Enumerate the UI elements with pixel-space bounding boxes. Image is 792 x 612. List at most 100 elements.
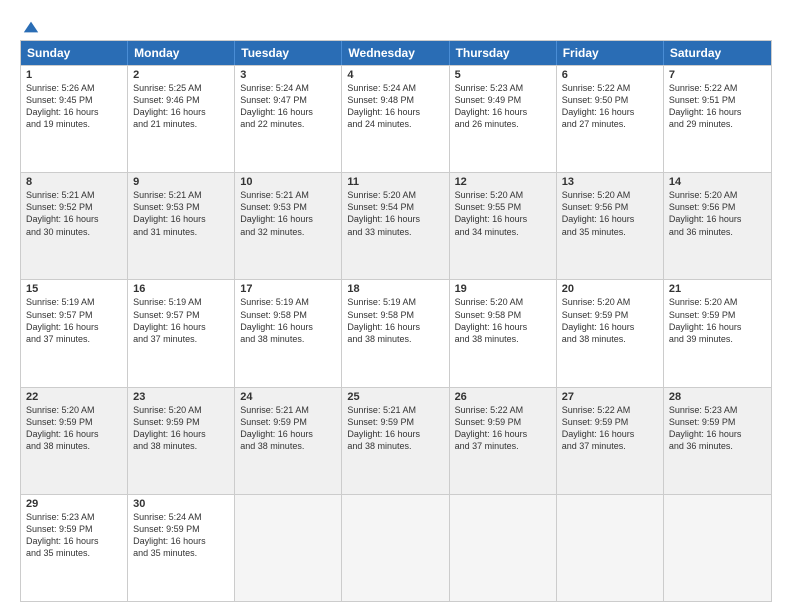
cal-cell-day-24: 24Sunrise: 5:21 AMSunset: 9:59 PMDayligh…	[235, 388, 342, 494]
day-number: 6	[562, 69, 658, 81]
page: SundayMondayTuesdayWednesdayThursdayFrid…	[0, 0, 792, 612]
day-text: Sunrise: 5:21 AMSunset: 9:59 PMDaylight:…	[347, 404, 443, 453]
day-number: 24	[240, 391, 336, 403]
day-number: 3	[240, 69, 336, 81]
day-number: 25	[347, 391, 443, 403]
day-text: Sunrise: 5:26 AMSunset: 9:45 PMDaylight:…	[26, 82, 122, 131]
cal-cell-day-20: 20Sunrise: 5:20 AMSunset: 9:59 PMDayligh…	[557, 280, 664, 386]
calendar-body: 1Sunrise: 5:26 AMSunset: 9:45 PMDaylight…	[21, 65, 771, 601]
logo-text	[20, 18, 40, 36]
day-text: Sunrise: 5:21 AMSunset: 9:53 PMDaylight:…	[240, 189, 336, 238]
calendar: SundayMondayTuesdayWednesdayThursdayFrid…	[20, 40, 772, 602]
day-number: 10	[240, 176, 336, 188]
cal-cell-day-30: 30Sunrise: 5:24 AMSunset: 9:59 PMDayligh…	[128, 495, 235, 601]
day-text: Sunrise: 5:19 AMSunset: 9:57 PMDaylight:…	[133, 296, 229, 345]
cal-cell-day-8: 8Sunrise: 5:21 AMSunset: 9:52 PMDaylight…	[21, 173, 128, 279]
cal-cell-day-19: 19Sunrise: 5:20 AMSunset: 9:58 PMDayligh…	[450, 280, 557, 386]
day-text: Sunrise: 5:22 AMSunset: 9:50 PMDaylight:…	[562, 82, 658, 131]
day-number: 19	[455, 283, 551, 295]
day-number: 13	[562, 176, 658, 188]
cal-row-4: 29Sunrise: 5:23 AMSunset: 9:59 PMDayligh…	[21, 494, 771, 601]
day-text: Sunrise: 5:22 AMSunset: 9:59 PMDaylight:…	[562, 404, 658, 453]
day-number: 16	[133, 283, 229, 295]
day-number: 1	[26, 69, 122, 81]
cal-cell-day-3: 3Sunrise: 5:24 AMSunset: 9:47 PMDaylight…	[235, 66, 342, 172]
day-text: Sunrise: 5:20 AMSunset: 9:58 PMDaylight:…	[455, 296, 551, 345]
day-text: Sunrise: 5:20 AMSunset: 9:59 PMDaylight:…	[669, 296, 766, 345]
day-text: Sunrise: 5:20 AMSunset: 9:55 PMDaylight:…	[455, 189, 551, 238]
day-text: Sunrise: 5:24 AMSunset: 9:59 PMDaylight:…	[133, 511, 229, 560]
day-text: Sunrise: 5:20 AMSunset: 9:59 PMDaylight:…	[562, 296, 658, 345]
day-number: 2	[133, 69, 229, 81]
cal-cell-day-15: 15Sunrise: 5:19 AMSunset: 9:57 PMDayligh…	[21, 280, 128, 386]
cal-cell-day-28: 28Sunrise: 5:23 AMSunset: 9:59 PMDayligh…	[664, 388, 771, 494]
cal-cell-day-18: 18Sunrise: 5:19 AMSunset: 9:58 PMDayligh…	[342, 280, 449, 386]
cal-cell-day-23: 23Sunrise: 5:20 AMSunset: 9:59 PMDayligh…	[128, 388, 235, 494]
day-number: 29	[26, 498, 122, 510]
day-number: 15	[26, 283, 122, 295]
cal-row-2: 15Sunrise: 5:19 AMSunset: 9:57 PMDayligh…	[21, 279, 771, 386]
day-text: Sunrise: 5:24 AMSunset: 9:48 PMDaylight:…	[347, 82, 443, 131]
cal-cell-day-13: 13Sunrise: 5:20 AMSunset: 9:56 PMDayligh…	[557, 173, 664, 279]
day-text: Sunrise: 5:20 AMSunset: 9:54 PMDaylight:…	[347, 189, 443, 238]
cal-header-cell-sunday: Sunday	[21, 41, 128, 65]
day-number: 17	[240, 283, 336, 295]
day-text: Sunrise: 5:19 AMSunset: 9:58 PMDaylight:…	[347, 296, 443, 345]
cal-cell-day-6: 6Sunrise: 5:22 AMSunset: 9:50 PMDaylight…	[557, 66, 664, 172]
cal-cell-day-1: 1Sunrise: 5:26 AMSunset: 9:45 PMDaylight…	[21, 66, 128, 172]
cal-cell-day-25: 25Sunrise: 5:21 AMSunset: 9:59 PMDayligh…	[342, 388, 449, 494]
cal-cell-day-21: 21Sunrise: 5:20 AMSunset: 9:59 PMDayligh…	[664, 280, 771, 386]
day-text: Sunrise: 5:25 AMSunset: 9:46 PMDaylight:…	[133, 82, 229, 131]
header	[20, 18, 772, 32]
cal-header-cell-thursday: Thursday	[450, 41, 557, 65]
cal-header-cell-monday: Monday	[128, 41, 235, 65]
day-number: 5	[455, 69, 551, 81]
cal-cell-day-10: 10Sunrise: 5:21 AMSunset: 9:53 PMDayligh…	[235, 173, 342, 279]
day-number: 22	[26, 391, 122, 403]
cal-cell-day-26: 26Sunrise: 5:22 AMSunset: 9:59 PMDayligh…	[450, 388, 557, 494]
day-text: Sunrise: 5:23 AMSunset: 9:59 PMDaylight:…	[669, 404, 766, 453]
cal-cell-day-2: 2Sunrise: 5:25 AMSunset: 9:46 PMDaylight…	[128, 66, 235, 172]
cal-header-cell-wednesday: Wednesday	[342, 41, 449, 65]
cal-cell-day-16: 16Sunrise: 5:19 AMSunset: 9:57 PMDayligh…	[128, 280, 235, 386]
cal-cell-empty	[664, 495, 771, 601]
cal-header-cell-tuesday: Tuesday	[235, 41, 342, 65]
day-text: Sunrise: 5:23 AMSunset: 9:59 PMDaylight:…	[26, 511, 122, 560]
cal-row-1: 8Sunrise: 5:21 AMSunset: 9:52 PMDaylight…	[21, 172, 771, 279]
day-number: 21	[669, 283, 766, 295]
day-number: 9	[133, 176, 229, 188]
day-number: 28	[669, 391, 766, 403]
cal-cell-empty	[557, 495, 664, 601]
cal-cell-day-12: 12Sunrise: 5:20 AMSunset: 9:55 PMDayligh…	[450, 173, 557, 279]
day-number: 7	[669, 69, 766, 81]
cal-cell-day-7: 7Sunrise: 5:22 AMSunset: 9:51 PMDaylight…	[664, 66, 771, 172]
cal-cell-day-4: 4Sunrise: 5:24 AMSunset: 9:48 PMDaylight…	[342, 66, 449, 172]
cal-cell-day-17: 17Sunrise: 5:19 AMSunset: 9:58 PMDayligh…	[235, 280, 342, 386]
day-number: 30	[133, 498, 229, 510]
cal-cell-empty	[342, 495, 449, 601]
cal-cell-day-27: 27Sunrise: 5:22 AMSunset: 9:59 PMDayligh…	[557, 388, 664, 494]
cal-cell-day-22: 22Sunrise: 5:20 AMSunset: 9:59 PMDayligh…	[21, 388, 128, 494]
day-text: Sunrise: 5:19 AMSunset: 9:58 PMDaylight:…	[240, 296, 336, 345]
day-number: 23	[133, 391, 229, 403]
cal-header-cell-saturday: Saturday	[664, 41, 771, 65]
day-text: Sunrise: 5:22 AMSunset: 9:51 PMDaylight:…	[669, 82, 766, 131]
day-number: 26	[455, 391, 551, 403]
calendar-header: SundayMondayTuesdayWednesdayThursdayFrid…	[21, 41, 771, 65]
cal-row-0: 1Sunrise: 5:26 AMSunset: 9:45 PMDaylight…	[21, 65, 771, 172]
logo-icon	[22, 18, 40, 36]
day-number: 8	[26, 176, 122, 188]
day-text: Sunrise: 5:21 AMSunset: 9:53 PMDaylight:…	[133, 189, 229, 238]
day-text: Sunrise: 5:19 AMSunset: 9:57 PMDaylight:…	[26, 296, 122, 345]
cal-cell-day-11: 11Sunrise: 5:20 AMSunset: 9:54 PMDayligh…	[342, 173, 449, 279]
day-number: 14	[669, 176, 766, 188]
day-text: Sunrise: 5:22 AMSunset: 9:59 PMDaylight:…	[455, 404, 551, 453]
day-text: Sunrise: 5:20 AMSunset: 9:59 PMDaylight:…	[133, 404, 229, 453]
day-text: Sunrise: 5:24 AMSunset: 9:47 PMDaylight:…	[240, 82, 336, 131]
day-text: Sunrise: 5:21 AMSunset: 9:52 PMDaylight:…	[26, 189, 122, 238]
cal-cell-empty	[235, 495, 342, 601]
day-text: Sunrise: 5:21 AMSunset: 9:59 PMDaylight:…	[240, 404, 336, 453]
day-text: Sunrise: 5:20 AMSunset: 9:56 PMDaylight:…	[562, 189, 658, 238]
cal-header-cell-friday: Friday	[557, 41, 664, 65]
day-number: 20	[562, 283, 658, 295]
